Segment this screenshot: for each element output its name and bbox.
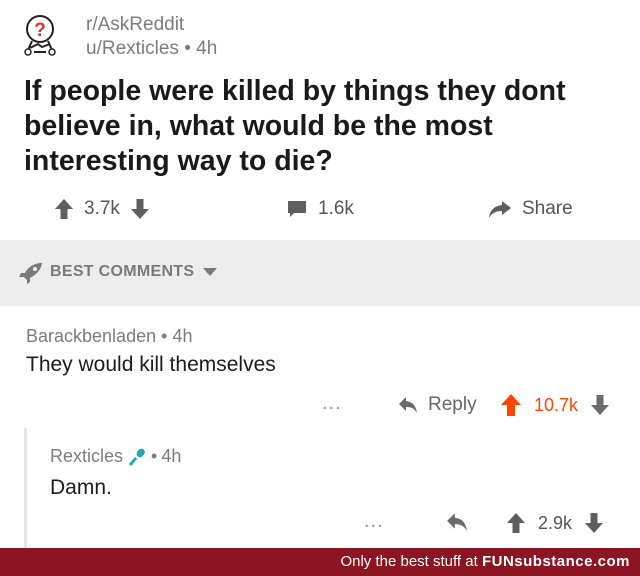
reply-meta: Rexticles • 4h bbox=[50, 446, 181, 467]
comment-body: They would kill themselves bbox=[26, 353, 276, 376]
askreddit-icon[interactable]: ? bbox=[22, 14, 68, 60]
post-score: 3.7k bbox=[84, 198, 120, 219]
sort-label: BEST COMMENTS bbox=[50, 263, 195, 280]
reply-vote-group: 2.9k bbox=[506, 510, 604, 536]
footer-brand[interactable]: FUNsubstance.com bbox=[482, 553, 630, 570]
meta-separator: • bbox=[151, 446, 158, 466]
comment-author[interactable]: Barackbenladen bbox=[26, 326, 156, 346]
downvote-arrow-icon[interactable] bbox=[130, 198, 150, 220]
meta-separator: • bbox=[184, 38, 197, 59]
post-author-meta: u/Rexticles • 4h bbox=[86, 38, 217, 60]
comment-age: 4h bbox=[172, 326, 193, 346]
reply-label: Reply bbox=[428, 394, 477, 415]
reply-score: 2.9k bbox=[538, 512, 573, 533]
chevron-down-icon bbox=[202, 267, 218, 277]
rocket-icon bbox=[18, 262, 44, 284]
footer-tagline: Only the best stuff at bbox=[340, 553, 478, 570]
comment-score: 10.7k bbox=[534, 394, 579, 415]
reply-body: Damn. bbox=[50, 476, 112, 499]
comment-meta: Barackbenladen • 4h bbox=[26, 326, 192, 347]
sort-dropdown[interactable]: BEST COMMENTS bbox=[50, 263, 218, 281]
post-header: ? r/AskReddit u/Rexticles • 4h bbox=[0, 0, 640, 70]
subreddit-name[interactable]: r/AskReddit bbox=[86, 14, 184, 36]
comment-icon bbox=[286, 199, 308, 219]
downvote-arrow-icon[interactable] bbox=[584, 512, 604, 534]
post-author[interactable]: u/Rexticles bbox=[86, 38, 179, 59]
downvote-arrow-icon[interactable] bbox=[590, 394, 610, 416]
upvote-arrow-icon[interactable] bbox=[500, 393, 522, 417]
reply-button[interactable]: Reply bbox=[398, 392, 477, 418]
comment-vote-group: 10.7k bbox=[500, 392, 610, 418]
upvote-arrow-icon[interactable] bbox=[506, 512, 526, 534]
share-label: Share bbox=[522, 198, 573, 219]
more-options-button[interactable]: ... bbox=[364, 510, 384, 533]
footer-text: Only the best stuff at FUNsubstance.com bbox=[340, 553, 630, 570]
reply-icon bbox=[398, 396, 418, 414]
meta-separator: • bbox=[161, 326, 173, 346]
microphone-icon bbox=[127, 447, 147, 467]
share-button[interactable]: Share bbox=[488, 196, 573, 222]
reply-author[interactable]: Rexticles bbox=[50, 446, 123, 467]
comment-count: 1.6k bbox=[318, 198, 354, 219]
post-title[interactable]: If people were killed by things they don… bbox=[24, 74, 624, 179]
thread-line[interactable] bbox=[24, 428, 27, 548]
reply-icon[interactable] bbox=[446, 512, 468, 532]
share-icon bbox=[488, 199, 512, 219]
comments-button[interactable]: 1.6k bbox=[286, 196, 354, 222]
post-vote-group: 3.7k bbox=[54, 196, 150, 222]
post-age: 4h bbox=[196, 38, 218, 59]
more-options-button[interactable]: ... bbox=[322, 392, 342, 415]
reply-age: 4h bbox=[161, 446, 182, 466]
upvote-arrow-icon[interactable] bbox=[54, 198, 74, 220]
svg-text:?: ? bbox=[34, 20, 46, 41]
